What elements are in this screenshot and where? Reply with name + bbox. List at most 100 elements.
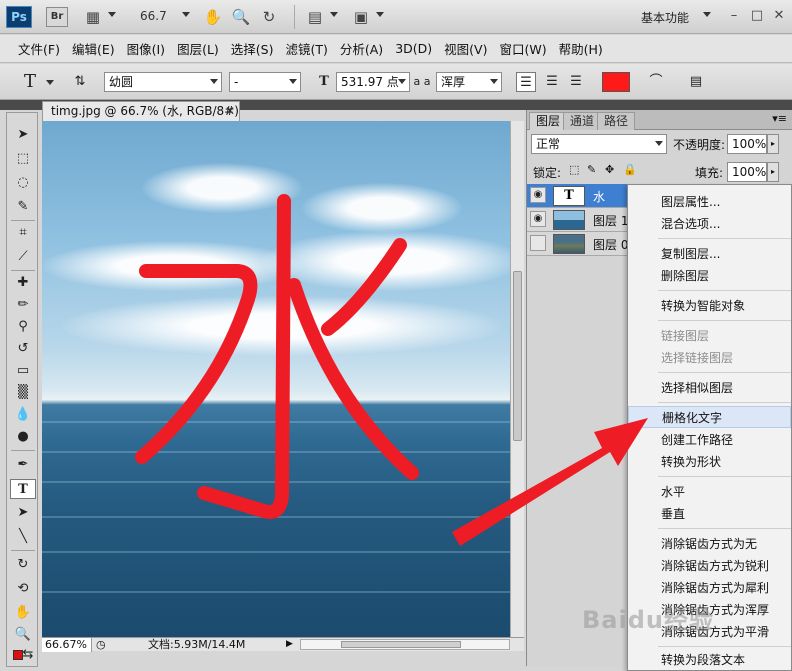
opacity-field[interactable]: 100% [727,134,767,154]
menu-item-convert-to-paragraph-text[interactable]: 转换为段落文本 [628,649,791,671]
chevron-down-icon[interactable] [703,12,711,17]
text-color-swatch[interactable] [602,72,630,92]
move-tool-icon[interactable]: ➤ [10,125,36,145]
menu-item-select-similar-layers[interactable]: 选择相似图层 [628,377,791,399]
menu-window[interactable]: 窗口(W) [493,39,552,58]
lock-position-icon[interactable]: ✥ [605,163,614,176]
menu-item-create-work-path[interactable]: 创建工作路径 [628,429,791,451]
align-center-icon[interactable]: ☰ [542,72,562,92]
status-arrow-icon[interactable]: ▶ [286,638,293,651]
crop-tool-icon[interactable]: ⌗ [10,223,36,243]
character-panel-icon[interactable]: ▤ [686,72,706,92]
gradient-tool-icon[interactable]: ▒ [10,383,36,403]
chevron-down-icon[interactable] [182,12,190,17]
vertical-scrollbar[interactable] [510,121,524,637]
menu-analysis[interactable]: 分析(A) [334,39,389,58]
hand-tool-icon[interactable]: ✋ [10,603,36,623]
align-left-icon[interactable]: ☰ [516,72,536,92]
eraser-tool-icon[interactable]: ▭ [10,361,36,381]
menu-item-link-layers[interactable]: 链接图层 [628,325,791,347]
maximize-icon[interactable]: □ [748,7,766,25]
menu-item-delete-layer[interactable]: 删除图层 [628,265,791,287]
healing-brush-tool-icon[interactable]: ✚ [10,273,36,293]
menu-item-horizontal[interactable]: 水平 [628,481,791,503]
pen-tool-icon[interactable]: ✒ [10,455,36,475]
hand-icon[interactable]: ✋ [202,7,224,27]
lock-image-icon[interactable]: ✎ [587,163,596,176]
horizontal-scrollbar[interactable] [300,639,510,650]
history-brush-tool-icon[interactable]: ↺ [10,339,36,359]
fill-slider-button[interactable]: ▸ [767,162,779,182]
zoom-icon[interactable]: 🔍 [230,7,252,27]
dodge-tool-icon[interactable]: ● [10,427,36,447]
menu-select[interactable]: 选择(S) [225,39,280,58]
opacity-slider-button[interactable]: ▸ [767,134,779,154]
chevron-down-icon[interactable] [108,12,116,17]
menu-item-select-linked-layers[interactable]: 选择链接图层 [628,347,791,369]
chevron-down-icon[interactable] [46,80,54,85]
tab-paths[interactable]: 路径 [597,112,636,130]
lasso-tool-icon[interactable]: ◌ [10,173,36,193]
close-icon[interactable]: ✕ [770,7,788,25]
arrange-documents-icon[interactable]: ▤ [304,7,326,27]
eyedropper-tool-icon[interactable]: ⟋ [10,247,36,267]
image-canvas[interactable]: 水 [42,121,510,637]
screen-mode-icon[interactable]: ▣ [350,7,372,27]
text-orientation-icon[interactable]: ⇅ [70,72,90,92]
anti-alias-select[interactable]: 浑厚 [436,72,502,92]
clone-stamp-tool-icon[interactable]: ⚲ [10,317,36,337]
menu-item-blending-options[interactable]: 混合选项... [628,213,791,235]
scrollbar-thumb[interactable] [341,641,461,648]
chevron-down-icon[interactable] [376,12,384,17]
chevron-down-icon[interactable] [330,12,338,17]
menu-layer[interactable]: 图层(L) [171,39,225,58]
status-menu-icon[interactable]: ◷ [96,638,106,651]
menu-item-vertical[interactable]: 垂直 [628,503,791,525]
menu-item-convert-smart-object[interactable]: 转换为智能对象 [628,295,791,317]
visibility-toggle[interactable] [530,235,546,251]
menu-file[interactable]: 文件(F) [12,39,66,58]
menu-item-anti-alias-sharp[interactable]: 消除锯齿方式为锐利 [628,555,791,577]
lock-all-icon[interactable]: 🔒 [623,163,637,176]
document-tab[interactable]: timg.jpg @ 66.7% (水, RGB/8#) * ✕ [42,101,240,136]
fill-field[interactable]: 100% [727,162,767,182]
tool-preset-text-icon[interactable]: T [20,72,40,92]
film-strip-icon[interactable]: ▦ [82,7,104,27]
blur-tool-icon[interactable]: 💧 [10,405,36,425]
visibility-eye-icon[interactable]: ◉ [530,211,546,227]
menu-view[interactable]: 视图(V) [438,39,493,58]
menu-filter[interactable]: 滤镜(T) [279,39,333,58]
visibility-eye-icon[interactable]: ◉ [530,187,546,203]
font-size-select[interactable]: 531.97 点 [336,72,410,92]
menu-item-duplicate-layer[interactable]: 复制图层... [628,243,791,265]
lock-transparent-icon[interactable]: ⬚ [569,163,579,176]
menu-edit[interactable]: 编辑(E) [66,39,121,58]
menu-item-convert-to-shape[interactable]: 转换为形状 [628,451,791,473]
font-family-select[interactable]: 幼圆 [104,72,222,92]
warp-text-icon[interactable]: ⌒ [646,72,666,92]
menu-item-rasterize-type[interactable]: 栅格化文字 [628,406,791,428]
bridge-button[interactable]: Br [46,7,68,27]
rotate-view-icon[interactable]: ↻ [258,7,280,27]
blend-mode-select[interactable]: 正常 [531,134,667,154]
zoom-field[interactable]: 66.67% [42,638,92,652]
quick-selection-tool-icon[interactable]: ✎ [10,197,36,217]
close-icon[interactable]: ✕ [225,102,235,120]
workspace-switcher[interactable]: 基本功能 [641,9,689,26]
color-swatches-icon[interactable]: ⇆ [10,645,36,663]
font-style-select[interactable]: - [229,72,301,92]
brush-tool-icon[interactable]: ✏ [10,295,36,315]
type-tool-icon[interactable]: T [10,479,36,499]
menu-image[interactable]: 图像(I) [121,39,171,58]
marquee-tool-icon[interactable]: ⬚ [10,149,36,169]
3d-orbit-tool-icon[interactable]: ⟲ [10,579,36,599]
menu-help[interactable]: 帮助(H) [553,39,609,58]
zoom-tool-icon[interactable]: 🔍 [10,625,36,645]
line-tool-icon[interactable]: ╲ [10,527,36,547]
menu-item-anti-alias-crisp[interactable]: 消除锯齿方式为犀利 [628,577,791,599]
menu-item-anti-alias-none[interactable]: 消除锯齿方式为无 [628,533,791,555]
tab-channels[interactable]: 通道 [563,112,602,130]
menu-3d[interactable]: 3D(D) [389,41,438,56]
3d-rotate-tool-icon[interactable]: ↻ [10,555,36,575]
minimize-icon[interactable]: – [725,7,743,25]
